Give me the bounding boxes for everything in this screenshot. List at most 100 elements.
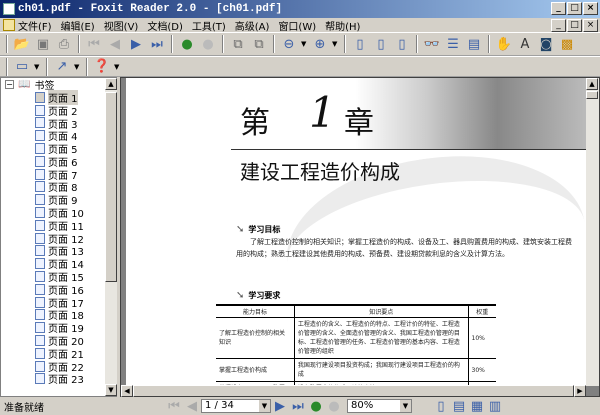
last-page-icon[interactable]: ⏭ — [289, 397, 307, 415]
chevron-down-icon[interactable]: ▼ — [74, 63, 81, 71]
image-tool-icon[interactable]: ▩ — [558, 35, 576, 53]
next-page-icon[interactable]: ▶ — [127, 35, 145, 53]
zoom-value: 80% — [351, 400, 374, 411]
chevron-down-icon[interactable]: ▼ — [114, 63, 121, 71]
separator — [344, 35, 346, 53]
doc-close-button[interactable]: × — [583, 19, 598, 32]
table-cell: 掌握工程造价构成 — [216, 358, 295, 382]
scroll-thumb[interactable] — [133, 385, 574, 397]
table-cell: 工程造价的含义、工程造价的特点、工程计价的特征、工程造价管理的含义、全面造价管理… — [293, 317, 468, 359]
continuous-facing-icon[interactable]: ▥ — [486, 397, 504, 415]
menu-edit[interactable]: 编辑(E) — [61, 18, 95, 33]
find-icon[interactable]: 👓 — [423, 35, 441, 53]
single-page-icon[interactable]: ▯ — [432, 397, 450, 415]
prev-page-icon[interactable]: ◀ — [183, 397, 201, 415]
annotation-icon[interactable]: ▭ — [13, 58, 31, 76]
print-icon[interactable]: ⎙ — [55, 35, 73, 53]
document-horizontal-scrollbar[interactable]: ◀ ▶ — [121, 385, 586, 397]
maximize-button[interactable]: □ — [567, 2, 582, 15]
menu-tools[interactable]: 工具(T) — [192, 18, 226, 33]
arrow-tool-icon[interactable]: ↗ — [53, 58, 71, 76]
column-header: 知识要点 — [293, 304, 468, 318]
page-icon — [35, 130, 45, 142]
chevron-down-icon[interactable]: ▼ — [259, 400, 270, 412]
prev-page-icon[interactable]: ◀ — [106, 35, 124, 53]
page-number: 1 / 34 — [205, 400, 234, 411]
first-page-icon[interactable]: ⏮ — [85, 35, 103, 53]
continuous-icon[interactable]: ▤ — [450, 397, 468, 415]
select-text-icon[interactable]: A — [516, 35, 534, 53]
page-icon — [35, 335, 45, 347]
last-page-icon[interactable]: ⏭ — [148, 35, 166, 53]
section-heading: 学习目标 — [248, 225, 281, 234]
page-icon — [35, 104, 45, 116]
menu-file[interactable]: 文件(F) — [18, 18, 52, 33]
facing-icon[interactable]: ▦ — [468, 397, 486, 415]
scroll-up-button[interactable]: ▲ — [105, 78, 117, 90]
doc-minimize-button[interactable]: _ — [551, 19, 566, 32]
save-icon[interactable]: ▣ — [34, 35, 52, 53]
scroll-thumb[interactable] — [105, 92, 117, 282]
document-icon — [3, 19, 15, 31]
open-icon[interactable]: 📂 — [13, 35, 31, 53]
scroll-down-button[interactable]: ▼ — [105, 384, 117, 396]
scroll-left-button[interactable]: ◀ — [121, 385, 133, 397]
scroll-thumb[interactable] — [586, 91, 598, 99]
page-icon — [35, 283, 45, 295]
zoom-out-icon[interactable]: ⊖ — [280, 35, 298, 53]
page-icon — [35, 245, 45, 257]
snapshot-icon[interactable]: ◙ — [537, 35, 555, 53]
paragraph: 了解工程造价控制的相关知识；掌握工程造价的构成、设备及工、器具购置费用的构成、建… — [236, 238, 572, 258]
next-page-icon[interactable]: ▶ — [271, 397, 289, 415]
section-heading: 学习要求 — [248, 291, 281, 300]
bookmark-scrollbar[interactable]: ▲ ▼ — [105, 78, 117, 396]
chevron-down-icon[interactable]: ▼ — [34, 63, 41, 71]
page-icon — [35, 322, 45, 334]
bookmark-item[interactable]: 页面 23 — [1, 373, 105, 386]
bookmarks-panel-icon[interactable]: ☰ — [444, 35, 462, 53]
doc-restore-button[interactable]: □ — [567, 19, 582, 32]
chevron-down-icon[interactable]: ▼ — [400, 400, 411, 412]
menu-view[interactable]: 视图(V) — [104, 18, 139, 33]
page-number-field[interactable]: 1 / 34 ▼ — [201, 399, 271, 413]
toolbar-grip — [6, 57, 8, 76]
bookmark-panel: − 📖 书签 页面 1 页面 2 页面 3 页面 4 页面 5 页面 6 页面 7 页面 8 页面 … — [0, 77, 117, 397]
separator — [78, 35, 80, 53]
scroll-right-button[interactable]: ▶ — [574, 385, 586, 397]
rotate-cw-icon[interactable]: ⧉ — [229, 35, 247, 53]
page-icon — [35, 258, 45, 270]
page-icon — [35, 360, 45, 372]
zoom-in-icon[interactable]: ⊕ — [311, 35, 329, 53]
forward-icon[interactable]: ● — [199, 35, 217, 53]
hand-tool-icon[interactable]: ✋ — [495, 35, 513, 53]
properties-icon[interactable]: ▤ — [465, 35, 483, 53]
forward-icon[interactable]: ● — [325, 397, 343, 415]
window-title: ch01.pdf - Foxit Reader 2.0 - [ch01.pdf] — [18, 3, 283, 15]
zoom-field[interactable]: 80% ▼ — [347, 399, 412, 413]
menu-advanced[interactable]: 高级(A) — [235, 18, 270, 33]
close-button[interactable]: × — [583, 2, 598, 15]
document-vertical-scrollbar[interactable]: ▲ — [586, 78, 599, 386]
page-icon — [35, 373, 45, 385]
minimize-button[interactable]: _ — [551, 2, 566, 15]
back-icon[interactable]: ● — [307, 397, 325, 415]
first-page-icon[interactable]: ⏮ — [165, 397, 183, 415]
actual-size-icon[interactable]: ▯ — [351, 35, 369, 53]
page-icon — [35, 347, 45, 359]
document-view[interactable]: 第 1 章 建设工程造价构成 ➘ 学习目标 了解工程造价控制的相关知识；掌握工程造… — [120, 77, 600, 397]
fit-page-icon[interactable]: ▯ — [372, 35, 390, 53]
scroll-up-button[interactable]: ▲ — [586, 78, 598, 90]
chevron-down-icon[interactable]: ▼ — [332, 40, 339, 48]
help-icon[interactable]: ❓ — [93, 58, 111, 76]
rotate-ccw-icon[interactable]: ⧉ — [250, 35, 268, 53]
menu-help[interactable]: 帮助(H) — [325, 18, 360, 33]
app-icon — [3, 3, 15, 15]
menu-window[interactable]: 窗口(W) — [278, 18, 316, 33]
menu-document[interactable]: 文档(D) — [147, 18, 183, 33]
secondary-toolbar: ▭ ▼ ↗ ▼ ❓ ▼ — [0, 56, 600, 77]
back-icon[interactable]: ● — [178, 35, 196, 53]
collapse-icon[interactable]: − — [5, 80, 14, 89]
separator — [46, 57, 48, 76]
fit-width-icon[interactable]: ▯ — [393, 35, 411, 53]
chevron-down-icon[interactable]: ▼ — [301, 40, 308, 48]
